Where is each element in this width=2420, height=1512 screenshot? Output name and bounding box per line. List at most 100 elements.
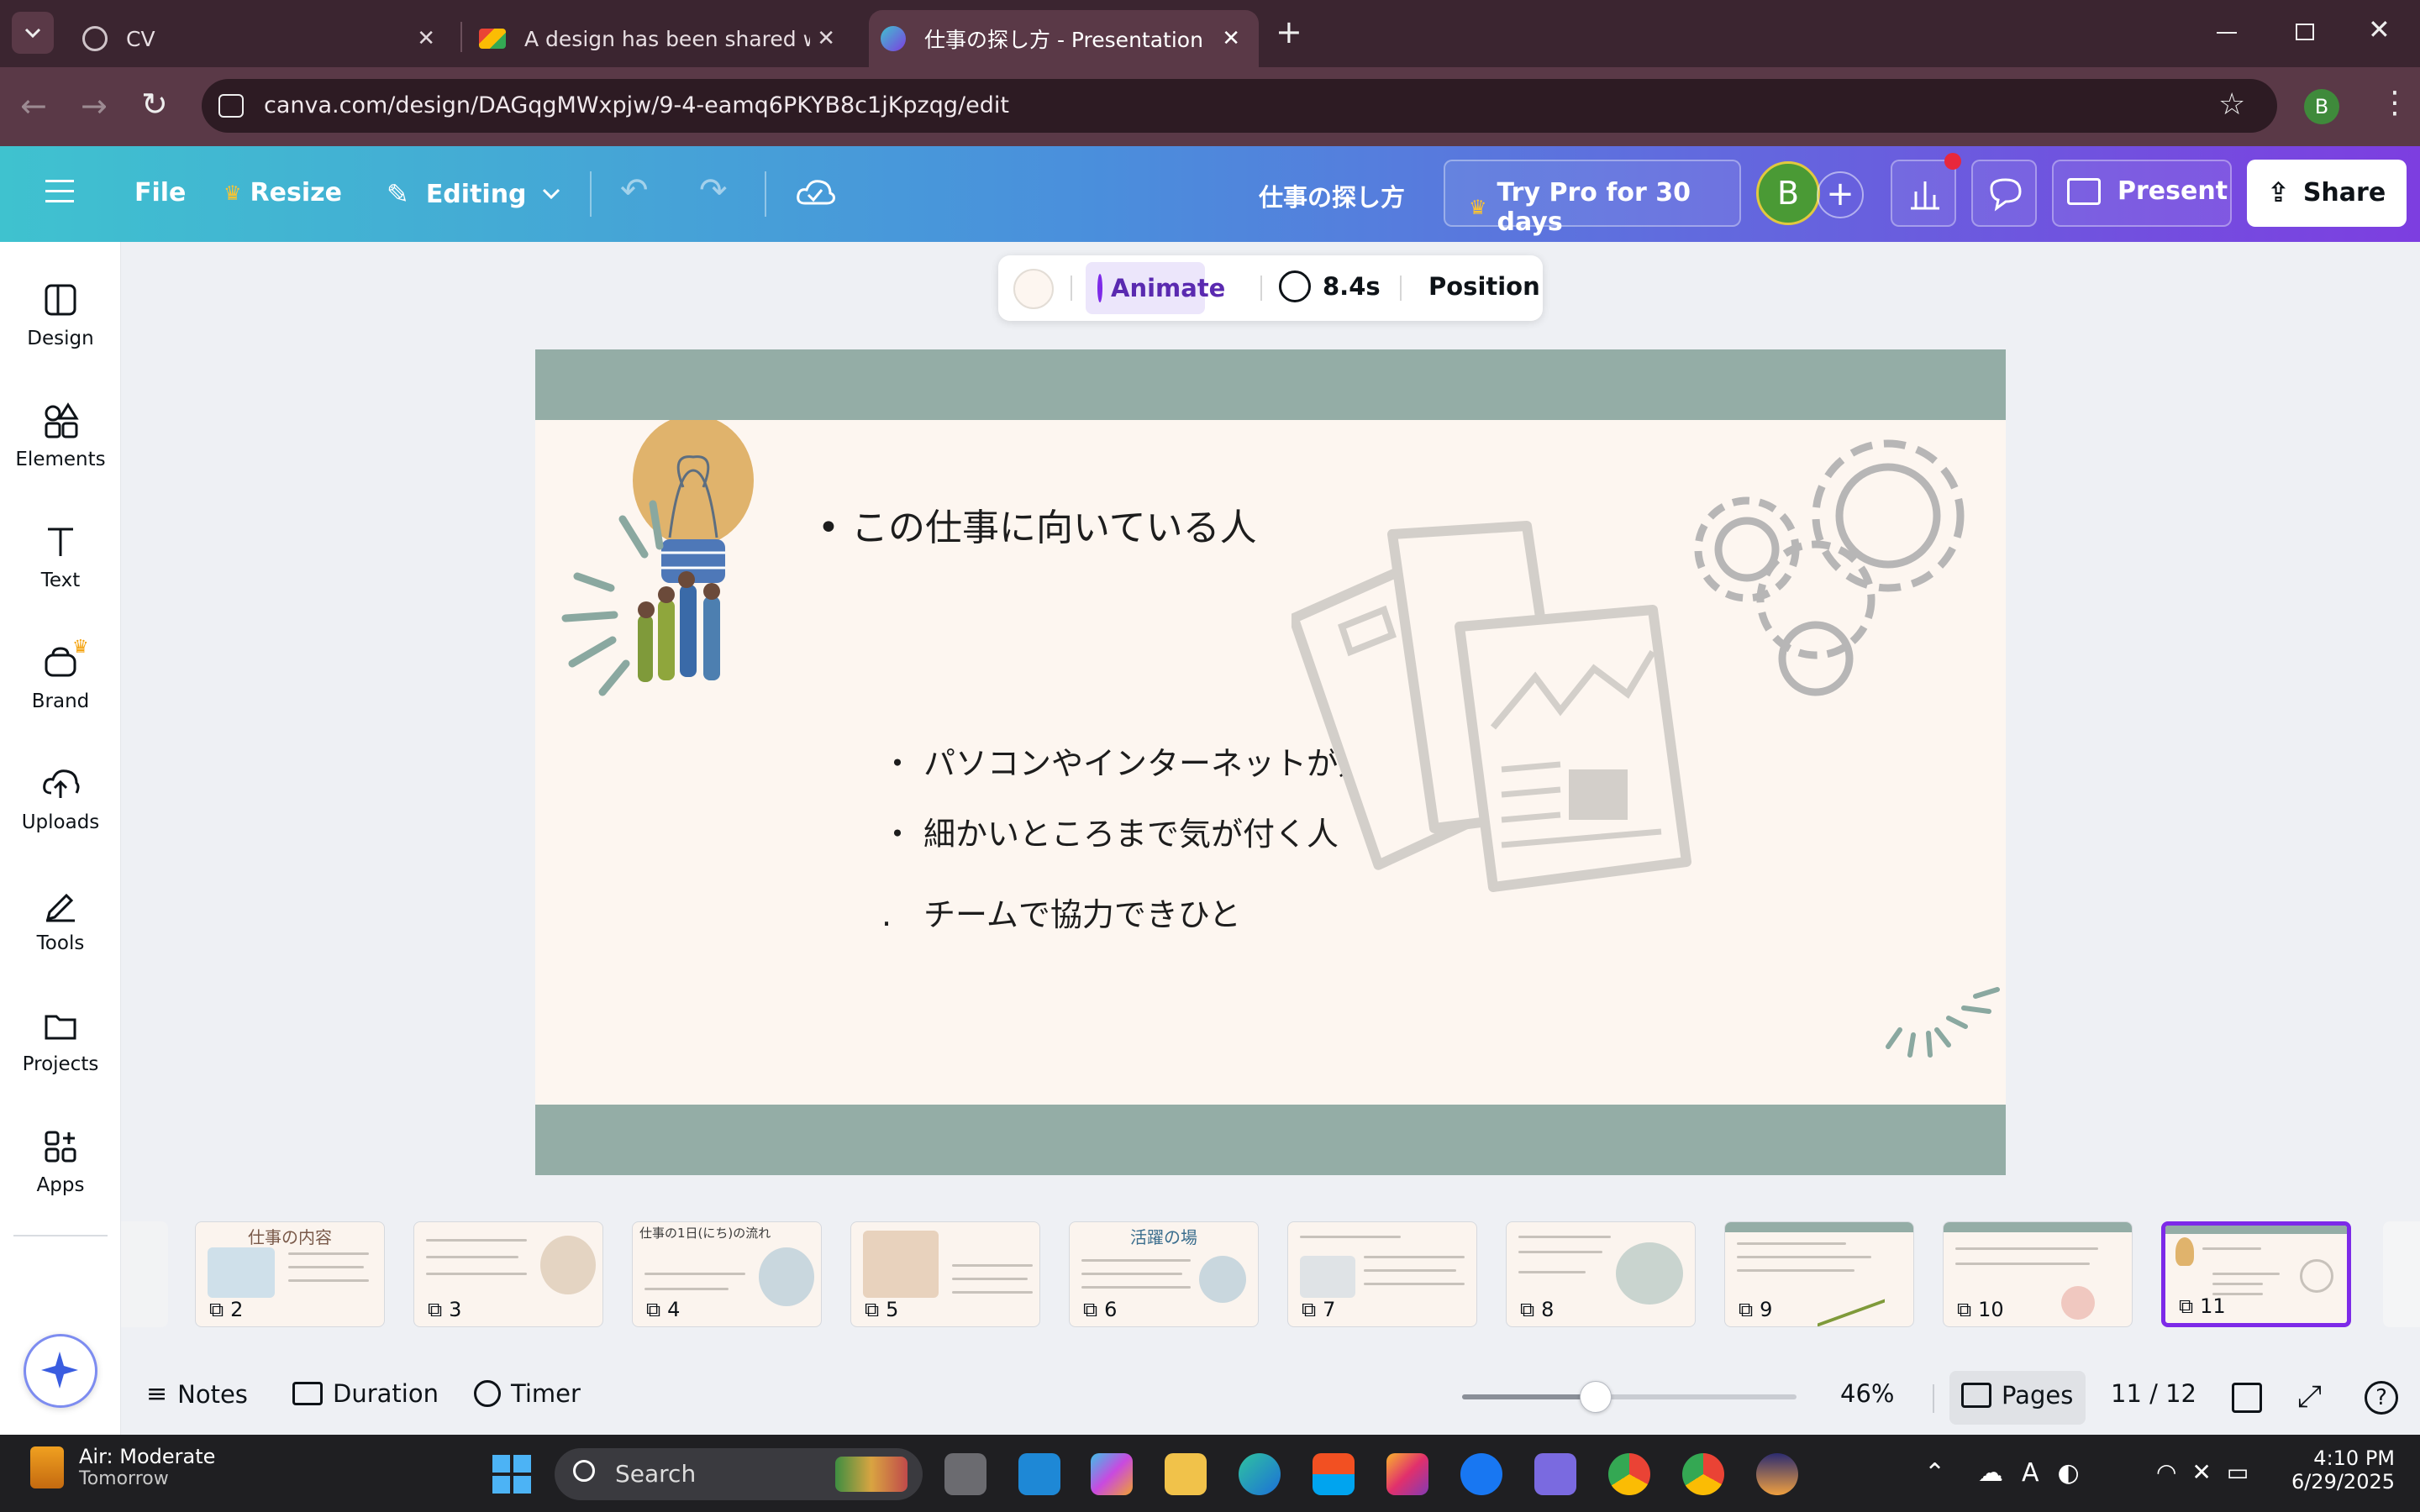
page-thumbnail[interactable]: ⧉ 10 [1943, 1221, 2133, 1327]
comments-button[interactable] [1971, 160, 2037, 227]
editing-mode-dropdown[interactable]: ✎ Editing [387, 178, 564, 210]
share-button[interactable]: ⇪ Share [2247, 160, 2407, 227]
system-tray-icons[interactable]: ☁A◐ [1978, 1458, 2098, 1488]
page-thumbnail[interactable]: ⧉ 8 [1506, 1221, 1696, 1327]
forward-arrow-icon[interactable]: → [81, 87, 108, 124]
thumbnail-partial[interactable] [2383, 1221, 2420, 1327]
address-bar[interactable]: canva.com/design/DAGqgMWxpjw/9-4-eamq6PK… [202, 79, 2277, 133]
main-menu-icon[interactable] [45, 180, 74, 202]
file-explorer-icon[interactable] [1165, 1453, 1207, 1495]
page-thumbnail[interactable]: 活躍の場 ⧉ 6 [1069, 1221, 1259, 1327]
site-info-icon[interactable] [218, 94, 244, 118]
pages-button[interactable]: Pages [1949, 1371, 2086, 1425]
present-label: Present [2118, 176, 2228, 206]
store-icon[interactable] [1313, 1453, 1355, 1495]
document-title[interactable]: 仕事の探し方 [1259, 178, 1405, 213]
instagram-icon[interactable] [1386, 1453, 1428, 1495]
invite-plus-button[interactable]: + [1817, 171, 1864, 218]
zoom-slider-handle[interactable] [1580, 1381, 1612, 1413]
sidebar-item-uploads[interactable]: Uploads [0, 764, 121, 833]
restore-window-icon[interactable] [2296, 24, 2314, 40]
close-tab-icon[interactable]: ✕ [1222, 26, 1240, 51]
chrome-icon[interactable] [1682, 1453, 1724, 1495]
file-menu-button[interactable]: File [134, 178, 186, 207]
bullet-item[interactable]: . チームで協力できひと [881, 889, 1241, 935]
undo-icon[interactable]: ↶ [620, 171, 649, 210]
resize-button[interactable]: ♛ Resize [224, 178, 342, 207]
page-thumbnail[interactable]: ⧉ 3 [413, 1221, 603, 1327]
bookmark-star-icon[interactable]: ☆ [2218, 87, 2245, 122]
divider [1933, 1384, 1934, 1413]
timing-button[interactable]: 8.4s [1279, 270, 1381, 302]
redo-icon[interactable]: ↷ [699, 171, 728, 210]
lightbulb-team-illustration[interactable] [552, 420, 804, 706]
new-tab-button[interactable]: + [1276, 13, 1302, 50]
profile-avatar[interactable]: B [2304, 89, 2339, 124]
start-button[interactable] [492, 1455, 531, 1494]
weather-widget[interactable]: Air: Moderate Tomorrow [30, 1445, 215, 1489]
timer-button[interactable]: Timer [474, 1379, 581, 1408]
facebook-icon[interactable] [1460, 1453, 1502, 1495]
magic-assistant-button[interactable] [24, 1334, 97, 1408]
app-icon[interactable] [1756, 1453, 1798, 1495]
task-view-icon[interactable] [944, 1453, 986, 1495]
vscode-icon[interactable] [1018, 1453, 1060, 1495]
app-icon[interactable] [1534, 1453, 1576, 1495]
sidebar-item-text[interactable]: Text [0, 522, 121, 591]
reload-icon[interactable]: ↻ [141, 86, 168, 123]
sidebar-item-apps[interactable]: Apps [0, 1127, 121, 1196]
edge-icon[interactable] [1239, 1453, 1281, 1495]
sidebar-item-brand[interactable]: ♛ Brand [0, 637, 121, 712]
duration-button[interactable]: Duration [292, 1379, 439, 1408]
browser-tab-cv[interactable]: CV ✕ [67, 10, 454, 67]
copilot-icon[interactable] [1091, 1453, 1133, 1495]
left-sidebar: Design Elements Text ♛ Brand Uploads Too… [0, 242, 121, 1435]
slide-heading[interactable]: • この仕事に向いている人 [818, 497, 1257, 551]
position-button[interactable]: Position [1428, 272, 1540, 301]
close-tab-icon[interactable]: ✕ [817, 26, 835, 51]
show-hidden-icons-button[interactable]: ⌃ [1924, 1458, 1945, 1488]
bullet-text: チームで協力できひと [923, 896, 1241, 933]
notes-button[interactable]: ≡ Notes [146, 1379, 248, 1409]
close-window-icon[interactable]: ✕ [2368, 13, 2391, 45]
sidebar-item-elements[interactable]: Elements [0, 402, 121, 470]
color-swatch-button[interactable] [1013, 269, 1054, 309]
wifi-volume-battery-icons[interactable]: ◠✕▭ [2156, 1458, 2264, 1486]
gears-illustration[interactable] [1686, 420, 2006, 697]
zoom-slider[interactable] [1462, 1381, 1797, 1413]
thumbnail-partial[interactable] [121, 1221, 168, 1327]
help-icon[interactable]: ? [2365, 1381, 2398, 1415]
insights-button[interactable] [1891, 153, 1961, 227]
documents-illustration[interactable] [1292, 509, 1695, 946]
taskbar-search[interactable]: Search [555, 1448, 923, 1500]
page-thumbnail-current[interactable]: ⧉ 11 [2161, 1221, 2351, 1327]
fullscreen-icon[interactable]: ⤢ [2297, 1379, 2322, 1415]
chrome-icon[interactable] [1608, 1453, 1650, 1495]
page-thumbnail[interactable]: ⧉ 7 [1287, 1221, 1477, 1327]
try-pro-button[interactable]: ♛ Try Pro for 30 days [1444, 160, 1741, 237]
close-tab-icon[interactable]: ✕ [417, 26, 435, 51]
animate-button[interactable]: Animate [1086, 262, 1225, 314]
tab-list-dropdown-button[interactable] [12, 12, 54, 54]
grid-view-icon[interactable] [2232, 1383, 2262, 1413]
minimize-window-icon[interactable] [2217, 32, 2237, 34]
page-thumbnail[interactable]: ⧉ 5 [850, 1221, 1040, 1327]
sidebar-item-projects[interactable]: Projects [0, 1006, 121, 1075]
bullet-item[interactable]: ・細かいところまで気が付く人 [881, 808, 1339, 854]
page-thumbnail[interactable]: ⧉ 9 [1724, 1221, 1914, 1327]
sidebar-item-design[interactable]: Design [0, 281, 121, 349]
back-arrow-icon[interactable]: ← [20, 87, 47, 124]
page-thumbnail[interactable]: 仕事の内容 ⧉ 2 [195, 1221, 385, 1327]
browser-menu-icon[interactable]: ⋮ [2380, 86, 2410, 120]
page-counter[interactable]: 11 / 12 [2111, 1379, 2196, 1408]
clock[interactable]: 4:10 PM 6/29/2025 [2277, 1446, 2395, 1494]
cloud-saved-icon[interactable] [795, 175, 835, 212]
slide-canvas[interactable]: • この仕事に向いている人 ・パソコンやインターネットが好きな人 ・細かいところま… [535, 349, 2006, 1175]
zoom-percentage[interactable]: 46% [1840, 1379, 1894, 1408]
page-thumbnail[interactable]: 仕事の1日(にち)の流れ ⧉ 4 [632, 1221, 822, 1327]
browser-tab-canva[interactable]: 仕事の探し方 - Presentation ✕ [869, 10, 1259, 67]
sidebar-item-tools[interactable]: Tools [0, 885, 121, 954]
browser-tab-gmail[interactable]: A design has been shared with ✕ [467, 10, 854, 67]
present-button[interactable]: Present [2052, 160, 2232, 227]
user-avatar[interactable]: B [1756, 161, 1820, 225]
